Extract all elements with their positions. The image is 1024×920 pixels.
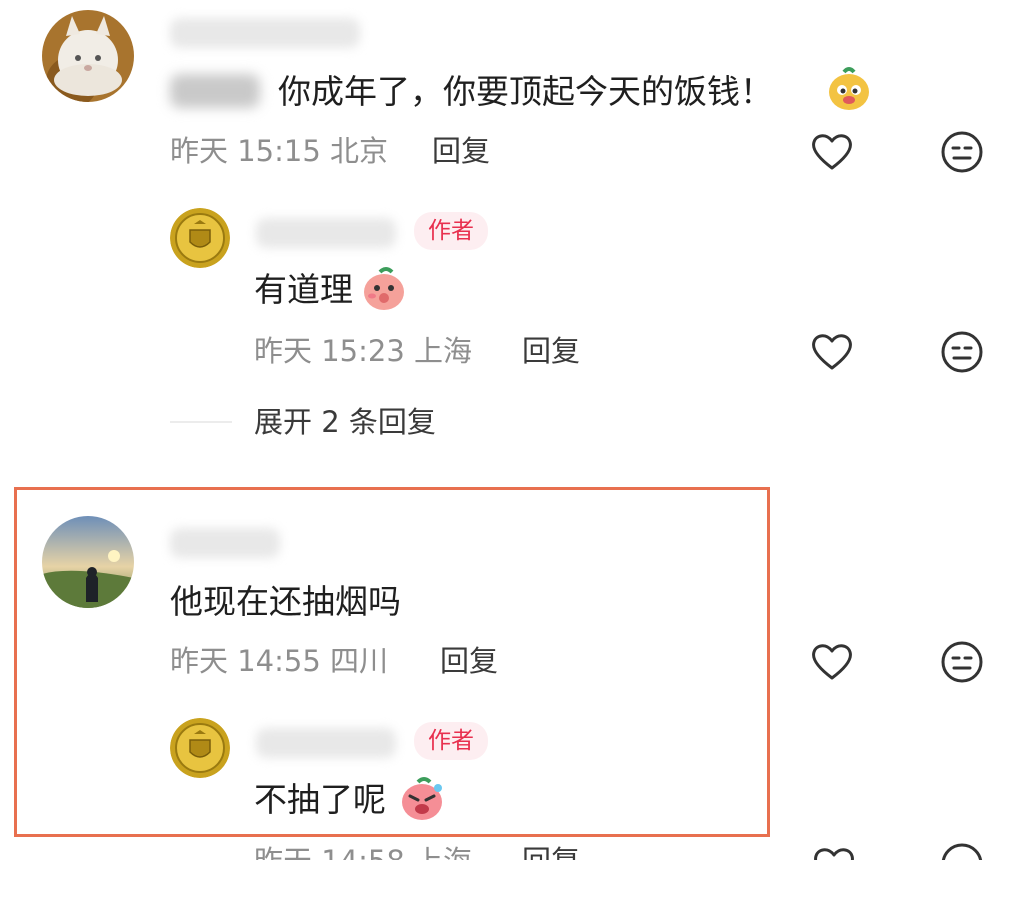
user-avatar-cat[interactable] [42,10,134,102]
comment-timestamp: 昨天 15:15 北京 [170,134,389,168]
reply-text: 有道理 [254,270,353,309]
peach-angry-emoji-icon [398,774,446,822]
author-avatar-coin[interactable] [170,718,230,778]
user-avatar-sunset[interactable] [42,516,134,608]
neutral-face-icon[interactable] [940,842,984,860]
heart-outline-icon[interactable] [810,332,854,372]
expand-divider [170,421,232,423]
username-blurred[interactable] [170,528,280,558]
heart-outline-icon[interactable] [812,846,856,860]
neutral-face-icon[interactable] [940,640,984,684]
bottom-fade [0,860,1024,920]
comment-text: 他现在还抽烟吗 [170,582,401,621]
author-badge: 作者 [414,212,488,250]
author-badge: 作者 [414,722,488,760]
heart-outline-icon[interactable] [810,642,854,682]
peach-shy-emoji-icon [360,264,408,312]
reply-button[interactable]: 回复 [432,133,490,169]
neutral-face-icon[interactable] [940,330,984,374]
author-username-blurred[interactable] [256,218,396,248]
text-prefix-blurred [170,74,260,108]
author-avatar-coin[interactable] [170,208,230,268]
heart-outline-icon[interactable] [810,132,854,172]
comment-timestamp: 昨天 14:55 四川 [170,644,389,678]
reply-timestamp: 昨天 15:23 上海 [254,334,473,368]
author-username-blurred[interactable] [256,728,396,758]
neutral-face-icon[interactable] [940,130,984,174]
reply-text: 不抽了呢 [254,780,386,819]
reply-button[interactable]: 回复 [440,643,498,679]
username-blurred[interactable] [170,18,360,48]
expand-replies-button[interactable]: 展开 2 条回复 [254,404,436,440]
reply-button[interactable]: 回复 [522,333,580,369]
comment-text: 你成年了，你要顶起今天的饭钱！ [278,72,773,111]
dog-emoji-icon [826,66,872,112]
